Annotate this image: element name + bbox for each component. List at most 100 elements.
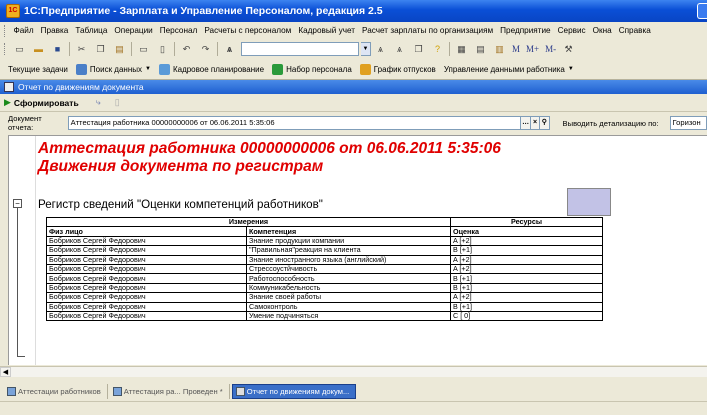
copy-icon[interactable]: ❐	[94, 43, 107, 56]
tools-icon[interactable]: ⚒	[562, 43, 575, 56]
vacation-schedule-button[interactable]: График отпусков	[356, 63, 440, 75]
table-row[interactable]: Бобриков Сергей Федорович Коммуникабельн…	[46, 282, 603, 294]
search-icon[interactable]: ⚲	[540, 116, 550, 130]
menu-operations[interactable]: Операции	[111, 26, 156, 35]
menu-table[interactable]: Таблица	[72, 26, 111, 35]
table-row[interactable]: Бобриков Сергей Федорович "Правильная"ре…	[46, 245, 603, 256]
search-data-button[interactable]: Поиск данных ▼	[72, 63, 155, 75]
group-gutter: −	[9, 136, 36, 365]
table-row[interactable]: Бобриков Сергей Федорович Стрессоустйчив…	[46, 263, 603, 275]
toolbar-grip[interactable]	[4, 24, 7, 37]
find-icon[interactable]: ѧ	[223, 43, 236, 56]
menu-payroll[interactable]: Расчеты с персоналом	[201, 26, 295, 35]
help-icon[interactable]: ?	[431, 43, 444, 56]
tab-attestation-document-label: Аттестация ра... Проведен *	[123, 386, 223, 396]
chevron-down-icon[interactable]: ▼	[361, 42, 371, 56]
menu-help[interactable]: Справка	[615, 26, 654, 35]
scroll-left-icon[interactable]: ◀	[0, 367, 11, 377]
cut-icon[interactable]: ✂	[75, 43, 88, 56]
report-icon	[4, 82, 14, 92]
highlight-cell	[567, 188, 611, 216]
competence-cell: Умение подчиняться	[246, 310, 451, 322]
search-data-icon	[75, 63, 87, 75]
toolbar-grip[interactable]	[4, 43, 7, 55]
calculator-icon[interactable]: ▦	[455, 43, 468, 56]
new-icon[interactable]: ▭	[13, 43, 26, 56]
competence-cell: Стрессоустйчивость	[246, 263, 451, 275]
window-control-button[interactable]	[697, 3, 707, 19]
calendar-icon[interactable]: ▤	[474, 43, 487, 56]
current-tasks-button[interactable]: Текущие задачи	[4, 65, 72, 74]
grade-cell: A [+2]	[450, 263, 603, 275]
print-preview-icon[interactable]: ▯	[111, 96, 124, 109]
window-icon[interactable]: ❐	[412, 43, 425, 56]
competence-cell: Знание иностранного языка (английский)	[246, 254, 451, 265]
report-subheading: Движения документа по регистрам	[38, 158, 324, 175]
search-input[interactable]	[241, 42, 359, 56]
redo-icon[interactable]: ↷	[199, 43, 212, 56]
menu-edit[interactable]: Правка	[37, 26, 72, 35]
generate-button[interactable]: Сформировать	[14, 98, 79, 108]
horizontal-scrollbar[interactable]: ◀	[0, 366, 707, 377]
table-row[interactable]: Бобриков Сергей Федорович Умение подчиня…	[46, 310, 603, 322]
collapse-group-icon[interactable]: −	[13, 199, 22, 208]
open-icon[interactable]: ▬	[32, 43, 45, 56]
search-data-label: Поиск данных	[89, 64, 142, 74]
clipboard-icon[interactable]: ▥	[493, 43, 506, 56]
tab-attestations[interactable]: Аттестации работников	[4, 383, 108, 399]
table-group-header-row: Измерения Ресурсы	[46, 216, 603, 228]
table-row[interactable]: Бобриков Сергей Федорович Знание продукц…	[46, 235, 603, 247]
grade-cell: B [+1]	[450, 282, 603, 294]
person-cell: Бобриков Сергей Федорович	[46, 301, 247, 312]
font-m-button[interactable]: M	[512, 43, 520, 56]
person-cell: Бобриков Сергей Федорович	[46, 292, 247, 303]
menu-enterprise[interactable]: Предприятие	[497, 26, 554, 35]
menu-personnel[interactable]: Персонал	[156, 26, 201, 35]
chevron-down-icon[interactable]: ▼	[568, 66, 574, 72]
select-button[interactable]: …	[521, 116, 531, 130]
person-cell: Бобриков Сергей Федорович	[46, 282, 247, 294]
menu-hr[interactable]: Кадровый учет	[295, 26, 359, 35]
menu-windows[interactable]: Окна	[589, 26, 615, 35]
menu-service[interactable]: Сервис	[554, 26, 589, 35]
grade-cell: C [ 0]	[450, 310, 603, 322]
tab-movement-report-label: Отчет по движениям докум...	[246, 386, 350, 396]
grade-cell: A [+2]	[450, 235, 603, 247]
table-row[interactable]: Бобриков Сергей Федорович Самоконтроль B…	[46, 301, 603, 312]
find-prev-icon[interactable]: ѧ	[393, 43, 406, 56]
detail-select[interactable]: Горизон	[669, 116, 707, 130]
settings-icon[interactable]: ⤷	[92, 96, 105, 109]
preview-icon[interactable]: ▯	[156, 43, 169, 56]
grade-cell: B [+1]	[450, 273, 603, 284]
undo-icon[interactable]: ↶	[180, 43, 193, 56]
competence-cell: Знание продукции компании	[246, 235, 451, 247]
document-field[interactable]: Аттестация работника 00000000006 от 06.0…	[67, 116, 522, 130]
table-row[interactable]: Бобриков Сергей Федорович Знание своей р…	[46, 292, 603, 303]
table-row[interactable]: Бобриков Сергей Федорович Работоспособно…	[46, 273, 603, 284]
recruitment-label: Набор персонала	[286, 64, 352, 74]
report-params: Документ отчета: Аттестация работника 00…	[0, 114, 707, 132]
paste-icon[interactable]: ▤	[113, 43, 126, 56]
recruitment-button[interactable]: Набор персонала	[268, 63, 356, 75]
hr-planning-button[interactable]: Кадровое планирование	[155, 63, 268, 75]
font-m-minus-button[interactable]: M-	[545, 43, 556, 56]
table-row[interactable]: Бобриков Сергей Федорович Знание иностра…	[46, 254, 603, 265]
report-document[interactable]: − Аттестация работника 00000000006 от 06…	[8, 135, 707, 365]
find-next-icon[interactable]: ѧ	[374, 43, 387, 56]
clear-icon[interactable]: ×	[530, 116, 541, 130]
person-cell: Бобриков Сергей Федорович	[46, 263, 247, 275]
tab-attestation-document[interactable]: Аттестация ра... Проведен *	[110, 383, 230, 399]
menu-file[interactable]: Файл	[10, 26, 37, 35]
print-icon[interactable]: ▭	[137, 43, 150, 56]
document-icon	[112, 386, 122, 396]
font-m-plus-button[interactable]: M+	[526, 43, 539, 56]
competence-cell: Коммуникабельность	[246, 282, 451, 294]
separator	[131, 42, 132, 56]
chevron-down-icon[interactable]: ▼	[145, 66, 151, 72]
title-bar: 1С 1С:Предприятие - Зарплата и Управлени…	[0, 0, 707, 22]
menu-payroll-org[interactable]: Расчет зарплаты по организациям	[359, 26, 497, 35]
save-icon[interactable]: ■	[51, 43, 64, 56]
tab-movement-report[interactable]: Отчет по движениям докум...	[231, 383, 357, 399]
status-bar	[0, 401, 707, 415]
worker-data-button[interactable]: Управление данными работника ▼	[440, 65, 578, 74]
